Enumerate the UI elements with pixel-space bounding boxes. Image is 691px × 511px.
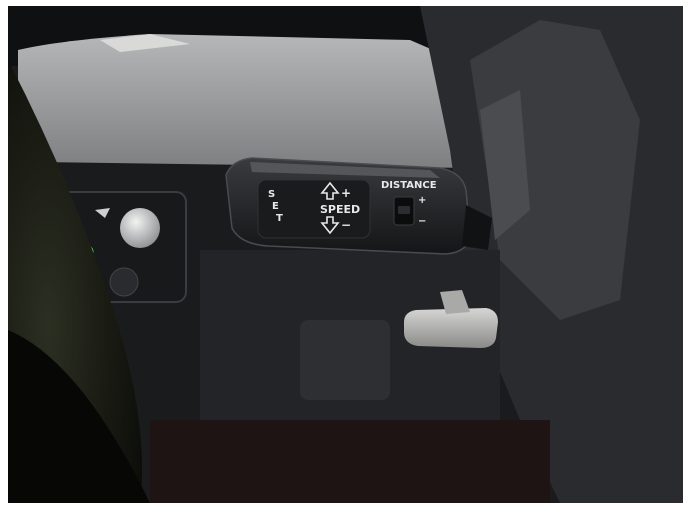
dashboard-trim (18, 34, 470, 168)
speed-label: SPEED (320, 203, 360, 216)
distance-minus-label: − (418, 216, 426, 227)
steering-adjust-lever[interactable] (404, 308, 498, 348)
distance-plus-label: + (418, 195, 426, 206)
car-interior-photo: S E T + SPEED − DISTANCE + − (8, 6, 683, 503)
set-letter-s: S (268, 189, 275, 200)
set-letter-t: T (276, 213, 283, 224)
cruise-control-stalk[interactable]: S E T + SPEED − DISTANCE + − (225, 157, 492, 255)
light-button[interactable] (109, 267, 139, 297)
distance-label: DISTANCE (381, 180, 437, 191)
distance-switch-toggle[interactable] (398, 206, 410, 214)
footwell (150, 420, 550, 503)
set-letter-e: E (272, 201, 279, 212)
lower-panel-recess (300, 320, 390, 400)
speed-minus-label: − (341, 218, 351, 232)
headlight-knob[interactable] (120, 208, 160, 248)
speed-plus-label: + (341, 186, 351, 200)
